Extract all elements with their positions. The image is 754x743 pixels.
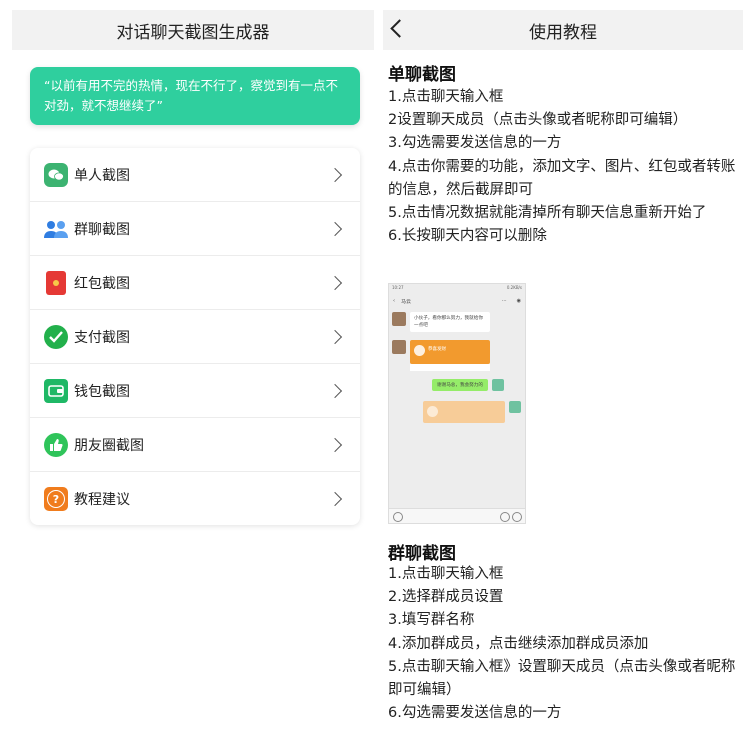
plus-icon [512, 512, 522, 522]
transfer-bubble [423, 401, 505, 423]
step-item: 5.点击情况数据就能清掉所有聊天信息重新开始了 [388, 205, 707, 222]
chevron-right-icon [327, 491, 343, 507]
menu-item-group-screenshot[interactable]: 群聊截图 [30, 202, 360, 256]
chat-input-bar [389, 508, 525, 523]
menu-item-label: 教程建议 [74, 492, 130, 508]
payment-check-icon [44, 324, 68, 349]
back-arrow-icon[interactable] [390, 19, 409, 38]
menu-item-label: 单人截图 [74, 167, 130, 184]
app-title-bar: 对话聊天截图生成器 [12, 10, 374, 50]
menu-item-red-packet-screenshot[interactable]: 红包截图 [30, 256, 360, 310]
question-icon: ? [44, 487, 68, 511]
back-icon: ‹ [393, 298, 395, 304]
menu-item-label: 朋友圈截图 [74, 437, 144, 454]
menu-item-wallet-screenshot[interactable]: 钱包截图 [30, 364, 360, 418]
section-title-single: 单聊截图 [388, 65, 456, 85]
chevron-right-icon [327, 437, 343, 452]
step-item: 2.选择群成员设置 [388, 589, 504, 606]
menu-item-label: 钱包截图 [74, 383, 130, 400]
status-speed: 0.2KB/s [506, 285, 522, 290]
chat-bubble: 小伙子，看你那么努力，我就给你一点吧 [410, 312, 490, 332]
avatar [509, 401, 521, 413]
chat-screenshot-preview: 10:27 0.2KB/s ‹ 马云 ··· ◉ 小伙子，看你那么努力，我就给你… [388, 283, 526, 524]
tutorial-title: 使用教程 [529, 22, 597, 43]
more-icon: ··· [501, 298, 507, 304]
step-item: 3.勾选需要发送信息的一方 [388, 135, 562, 152]
chat-bubble: 谢谢马总，我会努力的 [432, 379, 488, 391]
red-packet-icon [46, 270, 66, 295]
step-item: 2设置聊天成员（点击头像或者昵称即可编辑） [388, 112, 688, 129]
step-item: 5.点击聊天输入框》设置聊天成员（点击头像或者昵称即可编辑） [388, 658, 736, 699]
step-item: 6.长按聊天内容可以删除 [388, 228, 547, 245]
menu-item-tutorial-suggestions[interactable]: ? 教程建议 [30, 472, 360, 525]
group-chat-steps: 1.点击聊天输入框 2.选择群成员设置 3.填写群名称 4.添加群成员，点击继续… [388, 563, 738, 725]
chevron-right-icon [327, 329, 343, 344]
step-item: 4.添加群成员，点击继续添加群成员添加 [388, 635, 649, 652]
chevron-right-icon [327, 221, 343, 236]
red-packet-text: 恭喜发财 [428, 347, 446, 352]
avatar [491, 379, 504, 391]
step-item: 1.点击聊天输入框 [388, 566, 504, 582]
tutorial-title-bar: 使用教程 [383, 10, 743, 50]
menu-item-single-screenshot[interactable]: 单人截图 [30, 148, 360, 202]
chevron-right-icon [327, 167, 343, 182]
section-title-group: 群聊截图 [388, 544, 456, 564]
chat-name: 马云 [401, 298, 412, 305]
emoji-icon [500, 512, 510, 522]
menu-item-payment-screenshot[interactable]: 支付截图 [30, 310, 360, 364]
menu-item-label: 红包截图 [74, 275, 130, 292]
chevron-right-icon [327, 383, 343, 398]
wechat-icon [44, 162, 68, 187]
avatar [392, 312, 406, 326]
step-item: 3.填写群名称 [388, 612, 475, 629]
step-item: 6.勾选需要发送信息的一方 [388, 705, 562, 722]
quote-text: “以前有用不完的热情，现在不行了，察觉到有一点不对劲，就不想继续了” [44, 78, 338, 113]
menu-item-label: 群聊截图 [74, 221, 130, 238]
chat-top-bar: ‹ 马云 ··· ◉ [389, 294, 525, 308]
red-packet-bubble: 恭喜发财 [410, 340, 490, 371]
wallet-icon [44, 378, 68, 403]
step-item: 1.点击聊天输入框 [388, 89, 504, 105]
avatar [392, 340, 406, 354]
single-chat-steps: 1.点击聊天输入框 2设置聊天成员（点击头像或者昵称即可编辑） 3.勾选需要发送… [388, 86, 738, 248]
menu-item-moments-screenshot[interactable]: 朋友圈截图 [30, 418, 360, 472]
status-bar: 10:27 0.2KB/s [389, 284, 525, 294]
settings-icon: ◉ [516, 298, 521, 304]
step-item: 4.点击你需要的功能，添加文字、图片、红包或者转账的信息，然后截屏即可 [388, 158, 736, 198]
thumbs-up-icon [44, 432, 68, 457]
quote-card: “以前有用不完的热情，现在不行了，察觉到有一点不对劲，就不想继续了” [30, 67, 360, 125]
chevron-right-icon [327, 275, 343, 290]
menu-item-label: 支付截图 [74, 329, 130, 346]
app-title: 对话聊天截图生成器 [116, 22, 270, 43]
status-time: 10:27 [392, 285, 404, 290]
group-icon [44, 217, 68, 241]
feature-menu: 单人截图 群聊截图 红包截图 支付截图 钱包截图 朋友圈截图 ? 教程建议 [30, 148, 360, 525]
voice-icon [393, 512, 403, 522]
